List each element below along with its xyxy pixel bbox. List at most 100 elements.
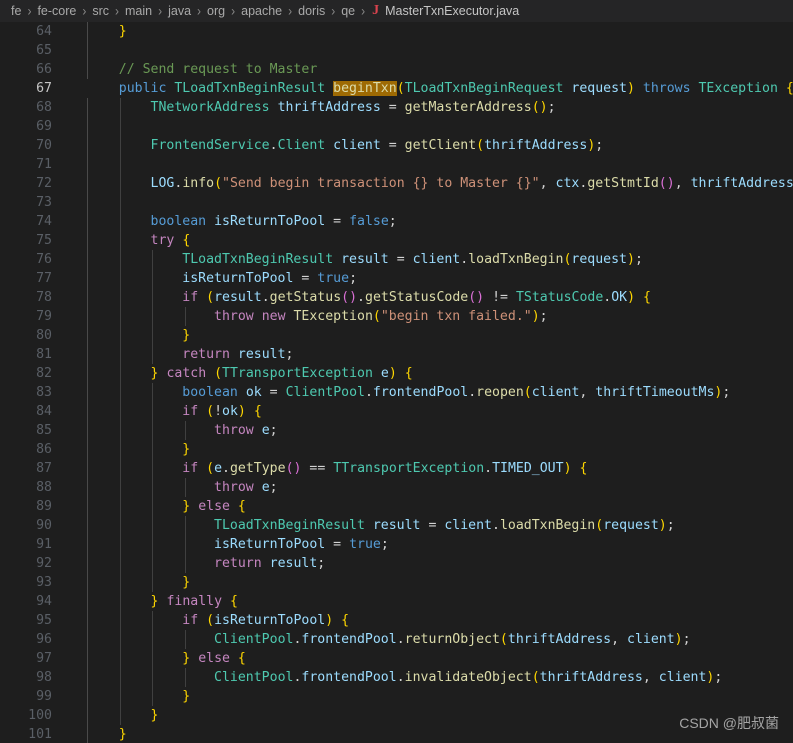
code-text: ClientPool.frontendPool.returnObject(thr… xyxy=(214,632,691,647)
code-text: if (result.getStatus().getStatusCode() !… xyxy=(182,290,651,305)
breadcrumb-item-org[interactable]: org xyxy=(206,4,226,18)
code-line[interactable]: 74 boolean isReturnToPool = false; xyxy=(0,212,793,231)
breadcrumb-item-doris[interactable]: doris xyxy=(297,4,326,18)
code-text: throw e; xyxy=(214,480,278,495)
code-line[interactable]: 85 throw e; xyxy=(0,421,793,440)
line-number: 100 xyxy=(28,708,52,723)
code-line[interactable]: 95 if (isReturnToPool) { xyxy=(0,611,793,630)
line-number: 95 xyxy=(36,613,52,628)
line-number: 67 xyxy=(36,81,52,96)
breadcrumb-item-file[interactable]: MasterTxnExecutor.java xyxy=(385,4,519,18)
line-number: 71 xyxy=(36,157,52,172)
code-line[interactable]: 99 } xyxy=(0,687,793,706)
code-text: TNetworkAddress thriftAddress = getMaste… xyxy=(150,100,556,115)
line-number: 99 xyxy=(36,689,52,704)
code-line[interactable]: 82 } catch (TTransportException e) { xyxy=(0,364,793,383)
line-number: 101 xyxy=(28,727,52,742)
code-text: try { xyxy=(150,233,191,248)
code-text: isReturnToPool = true; xyxy=(214,537,389,552)
code-text: } else { xyxy=(182,651,246,666)
code-text: } xyxy=(118,24,127,39)
code-line[interactable]: 70 FrontendService.Client client = getCl… xyxy=(0,136,793,155)
code-line[interactable]: 65 xyxy=(0,41,793,60)
breadcrumb-item-fe-core[interactable]: fe-core xyxy=(36,4,77,18)
breadcrumb-item-qe[interactable]: qe xyxy=(340,4,356,18)
line-number: 96 xyxy=(36,632,52,647)
breadcrumb-separator-icon: › xyxy=(82,2,87,20)
code-line[interactable]: 78 if (result.getStatus().getStatusCode(… xyxy=(0,288,793,307)
code-text: } xyxy=(182,442,191,457)
breadcrumb-item-apache[interactable]: apache xyxy=(240,4,283,18)
code-text: return result; xyxy=(214,556,326,571)
breadcrumb-item-java[interactable]: java xyxy=(167,4,192,18)
code-editor[interactable]: 64 } 65 66 // Send request to Master 67 pub… xyxy=(0,22,793,743)
code-line[interactable]: 88 throw e; xyxy=(0,478,793,497)
breadcrumb-item-src[interactable]: src xyxy=(91,4,110,18)
code-line[interactable]: 77 isReturnToPool = true; xyxy=(0,269,793,288)
highlighted-token[interactable]: beginTxn xyxy=(333,81,397,96)
line-number: 75 xyxy=(36,233,52,248)
code-line[interactable]: 81 return result; xyxy=(0,345,793,364)
code-line[interactable]: 94 } finally { xyxy=(0,592,793,611)
code-line[interactable]: 86 } xyxy=(0,440,793,459)
breadcrumb-separator-icon: › xyxy=(288,2,293,20)
line-number: 65 xyxy=(36,43,52,58)
line-number: 97 xyxy=(36,651,52,666)
code-line[interactable]: 89 } else { xyxy=(0,497,793,516)
line-number: 68 xyxy=(36,100,52,115)
code-line[interactable]: 97 } else { xyxy=(0,649,793,668)
code-line[interactable]: 98 ClientPool.frontendPool.invalidateObj… xyxy=(0,668,793,687)
line-number: 89 xyxy=(36,499,52,514)
line-number: 64 xyxy=(36,24,52,39)
code-text: } finally { xyxy=(150,594,238,609)
code-line[interactable]: 68 TNetworkAddress thriftAddress = getMa… xyxy=(0,98,793,117)
code-text: if (e.getType() == TTransportException.T… xyxy=(182,461,588,476)
code-line[interactable]: 91 isReturnToPool = true; xyxy=(0,535,793,554)
code-line[interactable]: 64 } xyxy=(0,22,793,41)
breadcrumb-item-main[interactable]: main xyxy=(124,4,153,18)
code-line[interactable]: 69 xyxy=(0,117,793,136)
line-number: 66 xyxy=(36,62,52,77)
code-line[interactable]: 93 } xyxy=(0,573,793,592)
code-line[interactable]: 96 ClientPool.frontendPool.returnObject(… xyxy=(0,630,793,649)
code-text: boolean ok = ClientPool.frontendPool.reo… xyxy=(182,385,731,400)
line-number: 80 xyxy=(36,328,52,343)
code-line[interactable]: 92 return result; xyxy=(0,554,793,573)
code-line[interactable]: 67 public TLoadTxnBeginResult beginTxn(T… xyxy=(0,79,793,98)
breadcrumb-separator-icon: › xyxy=(331,2,336,20)
code-text: throw e; xyxy=(214,423,278,438)
line-number: 82 xyxy=(36,366,52,381)
code-text: LOG.info("Send begin transaction {} to M… xyxy=(150,176,793,191)
code-line[interactable]: 76 TLoadTxnBeginResult result = client.l… xyxy=(0,250,793,269)
code-line[interactable]: 101 } xyxy=(0,725,793,743)
code-line[interactable]: 87 if (e.getType() == TTransportExceptio… xyxy=(0,459,793,478)
code-body[interactable]: 64 } 65 66 // Send request to Master 67 pub… xyxy=(0,22,793,743)
code-line[interactable]: 71 xyxy=(0,155,793,174)
line-number: 86 xyxy=(36,442,52,457)
line-number: 94 xyxy=(36,594,52,609)
code-line[interactable]: 100 } xyxy=(0,706,793,725)
code-line[interactable]: 90 TLoadTxnBeginResult result = client.l… xyxy=(0,516,793,535)
code-line[interactable]: 84 if (!ok) { xyxy=(0,402,793,421)
code-text: } xyxy=(182,575,191,590)
code-text: ClientPool.frontendPool.invalidateObject… xyxy=(214,670,723,685)
breadcrumb-separator-icon: › xyxy=(27,2,32,20)
line-number: 72 xyxy=(36,176,52,191)
line-number: 93 xyxy=(36,575,52,590)
code-text: TLoadTxnBeginResult result = client.load… xyxy=(182,252,643,267)
code-text: } xyxy=(150,708,159,723)
code-line[interactable]: 83 boolean ok = ClientPool.frontendPool.… xyxy=(0,383,793,402)
code-text: isReturnToPool = true; xyxy=(182,271,358,286)
code-line[interactable]: 66 // Send request to Master xyxy=(0,60,793,79)
code-line[interactable]: 72 LOG.info("Send begin transaction {} t… xyxy=(0,174,793,193)
code-text: boolean isReturnToPool = false; xyxy=(150,214,397,229)
code-text: } xyxy=(182,328,191,343)
java-file-icon: J xyxy=(372,3,380,18)
code-text: if (!ok) { xyxy=(182,404,262,419)
code-line[interactable]: 79 throw new TException("begin txn faile… xyxy=(0,307,793,326)
code-line[interactable]: 80 } xyxy=(0,326,793,345)
code-line[interactable]: 75 try { xyxy=(0,231,793,250)
code-line[interactable]: 73 xyxy=(0,193,793,212)
line-number: 84 xyxy=(36,404,52,419)
breadcrumb-item-fe[interactable]: fe xyxy=(10,4,22,18)
